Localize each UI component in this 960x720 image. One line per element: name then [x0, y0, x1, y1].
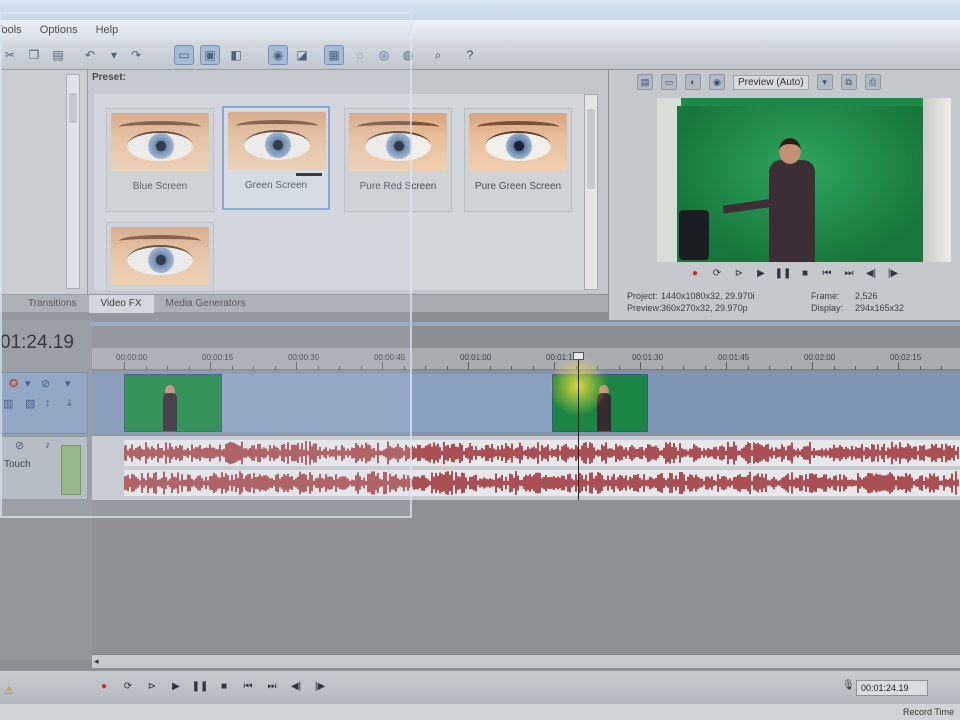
whats-this-icon[interactable]: ?: [460, 45, 480, 65]
warning-icon: ⚠: [4, 685, 14, 697]
preview-video-frame: [657, 98, 951, 262]
go-to-start-icon[interactable]: ⏮: [819, 266, 835, 280]
ruler-tick: [726, 362, 727, 370]
drop-indicator: [90, 322, 960, 326]
preview-transport: ● ⟳ ⊳ ▶ ❚❚ ■ ⏮ ⏭ ◀| |▶: [687, 266, 901, 280]
loop-icon[interactable]: ⟳: [120, 679, 136, 693]
ruler-label: 00:01:30: [632, 353, 664, 362]
overlays-icon[interactable]: ◉: [709, 74, 725, 90]
split-screen-icon[interactable]: ◐: [685, 74, 701, 90]
copy-snapshot-icon[interactable]: ⧉: [840, 74, 857, 90]
vegas-window: Tools Options Help ✂ ❐ ▤ ↶ ▾ ↷ ▭ ▣ ◧ ◉ ◪…: [0, 0, 960, 720]
loop-icon[interactable]: ⟳: [709, 266, 725, 280]
project-value: 1440x1080x32, 29.970i: [661, 291, 755, 301]
ruler-label: 00:01:45: [718, 353, 750, 362]
overlay-dropdown-icon[interactable]: ▾: [816, 74, 833, 90]
record-time-label: Record Time: [902, 707, 954, 717]
ruler-label: 00:01:00: [460, 353, 492, 362]
zoom-icon[interactable]: ⌕: [428, 45, 448, 65]
preview-toolbar: ▤ ▭ ◐ ◉ Preview (Auto) ▾ ⧉ ⎙: [609, 70, 960, 94]
record-icon[interactable]: ●: [687, 266, 703, 280]
ruler-tick: [468, 362, 469, 370]
project-label: Project:: [627, 291, 658, 301]
preview-label: Preview:: [627, 303, 662, 313]
timeline-scrollbar[interactable]: ◂: [92, 654, 960, 668]
cursor-position-field[interactable]: 00:01:24.19: [856, 680, 928, 696]
save-snapshot-icon[interactable]: ⎙: [864, 74, 881, 90]
play-icon[interactable]: ▶: [168, 679, 184, 693]
timeline-empty-area[interactable]: [92, 500, 960, 654]
play-icon[interactable]: ▶: [753, 266, 769, 280]
preset-label: Pure Green Screen: [474, 181, 562, 192]
transport-bar: ● ⟳ ⊳ ▶ ❚❚ ■ ⏮ ⏭ ◀| |▶ 🎙 00:01:24.19: [0, 670, 960, 704]
stop-icon[interactable]: ■: [216, 679, 232, 693]
play-from-start-icon[interactable]: ⊳: [144, 679, 160, 693]
microphone-icon[interactable]: 🎙: [842, 680, 855, 691]
stop-icon[interactable]: ■: [797, 266, 813, 280]
preview-properties-icon[interactable]: ▤: [637, 74, 653, 90]
window-drag-outline: [0, 12, 412, 518]
status-bar: Record Time: [0, 704, 960, 720]
preset-scrollbar[interactable]: [584, 94, 598, 290]
record-icon[interactable]: ●: [96, 679, 112, 693]
preset-pure-green-screen[interactable]: Pure Green Screen: [464, 108, 572, 212]
preview-info: Project: 1440x1080x32, 29.970i Frame: 2,…: [627, 290, 957, 314]
ruler-label: 00:02:00: [804, 353, 836, 362]
ruler-tick: [812, 362, 813, 370]
timeline-transport: ● ⟳ ⊳ ▶ ❚❚ ■ ⏮ ⏭ ◀| |▶: [96, 679, 328, 693]
video-preview-panel: ▤ ▭ ◐ ◉ Preview (Auto) ▾ ⧉ ⎙ ● ⟳ ⊳ ▶ ❚❚ …: [608, 70, 960, 320]
playhead-handle[interactable]: [573, 352, 584, 360]
ruler-tick: [640, 362, 641, 370]
previous-frame-icon[interactable]: ◀|: [288, 679, 304, 693]
next-frame-icon[interactable]: |▶: [885, 266, 901, 280]
previous-frame-icon[interactable]: ◀|: [863, 266, 879, 280]
pause-icon[interactable]: ❚❚: [775, 266, 792, 280]
eye-thumbnail: [469, 113, 567, 171]
display-label: Display:: [811, 303, 844, 313]
preview-value: 360x270x32, 29.970p: [661, 303, 748, 313]
frame-value: 2,526: [855, 291, 878, 301]
external-monitor-icon[interactable]: ▭: [661, 74, 677, 90]
go-to-start-icon[interactable]: ⏮: [240, 679, 256, 693]
preview-quality-dropdown[interactable]: Preview (Auto): [733, 74, 809, 90]
play-from-start-icon[interactable]: ⊳: [731, 266, 747, 280]
display-value: 294x165x32: [855, 303, 905, 313]
next-frame-icon[interactable]: |▶: [312, 679, 328, 693]
go-to-end-icon[interactable]: ⏭: [264, 679, 280, 693]
go-to-end-icon[interactable]: ⏭: [841, 266, 857, 280]
ruler-tick: [898, 362, 899, 370]
scroll-left-icon[interactable]: ◂: [94, 656, 99, 667]
pause-icon[interactable]: ❚❚: [192, 679, 209, 693]
ruler-label: 00:02:15: [890, 353, 922, 362]
frame-label: Frame:: [811, 291, 840, 301]
